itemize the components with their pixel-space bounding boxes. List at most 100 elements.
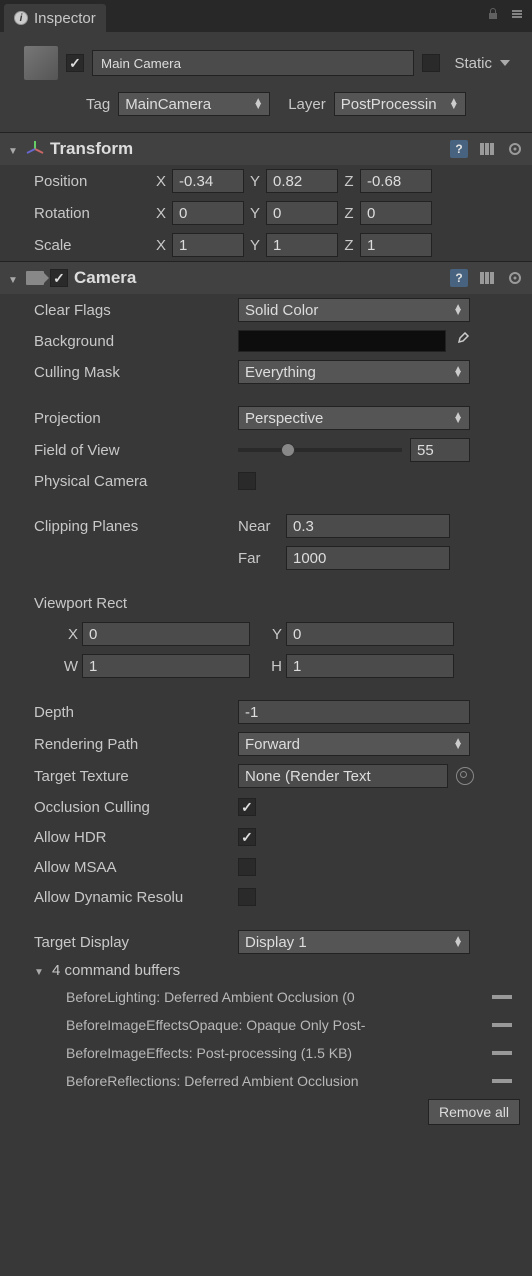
viewport-y-input[interactable] — [286, 622, 454, 646]
camera-title: Camera — [74, 268, 136, 288]
static-checkbox[interactable] — [422, 54, 440, 72]
far-label: Far — [238, 550, 282, 567]
remove-cmd-icon[interactable] — [492, 1079, 512, 1083]
vy-label: Y — [262, 626, 282, 643]
gear-icon[interactable] — [506, 269, 524, 287]
allow-msaa-checkbox[interactable] — [238, 858, 256, 876]
camera-foldout[interactable] — [8, 270, 20, 287]
viewport-w-input[interactable] — [82, 654, 250, 678]
object-picker-icon[interactable] — [456, 767, 474, 785]
info-icon: i — [14, 11, 28, 25]
cmd-buffers-label: 4 command buffers — [52, 962, 180, 979]
vw-label: W — [58, 658, 78, 675]
physical-camera-label: Physical Camera — [34, 473, 234, 490]
projection-dropdown[interactable]: Perspective▲▼ — [238, 406, 470, 430]
position-x-input[interactable] — [172, 169, 244, 193]
viewport-h-input[interactable] — [286, 654, 454, 678]
clear-flags-dropdown[interactable]: Solid Color▲▼ — [238, 298, 470, 322]
camera-enabled-checkbox[interactable] — [50, 269, 68, 287]
gameobject-icon[interactable] — [24, 46, 58, 80]
scale-z-input[interactable] — [360, 233, 432, 257]
tag-label: Tag — [86, 96, 110, 113]
clear-flags-label: Clear Flags — [34, 302, 234, 319]
allow-msaa-label: Allow MSAA — [34, 859, 234, 876]
near-input[interactable] — [286, 514, 450, 538]
allow-dynres-label: Allow Dynamic Resolu — [34, 889, 234, 906]
camera-icon — [26, 271, 44, 285]
remove-cmd-icon[interactable] — [492, 1051, 512, 1055]
rotation-z-input[interactable] — [360, 201, 432, 225]
cmd-buffer-item: BeforeImageEffectsOpaque: Opaque Only Po… — [0, 1011, 532, 1039]
fov-input[interactable] — [410, 438, 470, 462]
viewport-rect-label: Viewport Rect — [34, 595, 234, 612]
viewport-x-input[interactable] — [82, 622, 250, 646]
rotation-label: Rotation — [34, 205, 150, 222]
gameobject-header: Static Tag MainCamera ▲▼ Layer PostProce… — [0, 32, 532, 132]
rendering-path-label: Rendering Path — [34, 736, 234, 753]
tag-dropdown[interactable]: MainCamera ▲▼ — [118, 92, 270, 116]
transform-icon — [26, 140, 44, 158]
tab-menu-icon[interactable] — [510, 7, 524, 25]
scale-x-input[interactable] — [172, 233, 244, 257]
static-label: Static — [454, 55, 492, 72]
z-label: Z — [342, 173, 356, 190]
target-texture-field[interactable]: None (Render Text — [238, 764, 448, 788]
physical-camera-checkbox[interactable] — [238, 472, 256, 490]
rotation-x-input[interactable] — [172, 201, 244, 225]
scale-label: Scale — [34, 237, 150, 254]
position-label: Position — [34, 173, 150, 190]
transform-component: Transform ? Position X Y Z Rotation X Y … — [0, 132, 532, 261]
target-texture-label: Target Texture — [34, 768, 234, 785]
culling-mask-label: Culling Mask — [34, 364, 234, 381]
eyedropper-icon[interactable] — [454, 332, 472, 350]
fov-slider[interactable] — [238, 448, 402, 452]
position-y-input[interactable] — [266, 169, 338, 193]
gameobject-name-input[interactable] — [92, 50, 414, 76]
inspector-tab[interactable]: i Inspector — [4, 4, 106, 32]
help-icon[interactable]: ? — [450, 140, 468, 158]
layer-label: Layer — [288, 96, 326, 113]
remove-cmd-icon[interactable] — [492, 1023, 512, 1027]
allow-hdr-checkbox[interactable] — [238, 828, 256, 846]
scale-y-input[interactable] — [266, 233, 338, 257]
depth-input[interactable] — [238, 700, 470, 724]
background-color-field[interactable] — [238, 330, 446, 352]
target-display-label: Target Display — [34, 934, 234, 951]
depth-label: Depth — [34, 704, 234, 721]
far-input[interactable] — [286, 546, 450, 570]
cmd-buffer-item: BeforeReflections: Deferred Ambient Occl… — [0, 1067, 532, 1095]
vx-label: X — [58, 626, 78, 643]
cmd-buffer-item: BeforeImageEffects: Post-processing (1.5… — [0, 1039, 532, 1067]
occlusion-culling-checkbox[interactable] — [238, 798, 256, 816]
static-dropdown-icon[interactable] — [500, 56, 514, 70]
rotation-y-input[interactable] — [266, 201, 338, 225]
clipping-planes-label: Clipping Planes — [34, 518, 234, 535]
tab-title: Inspector — [34, 10, 96, 27]
preset-icon[interactable] — [478, 140, 496, 158]
allow-hdr-label: Allow HDR — [34, 829, 234, 846]
allow-dynres-checkbox[interactable] — [238, 888, 256, 906]
near-label: Near — [238, 518, 282, 535]
projection-label: Projection — [34, 410, 234, 427]
target-display-dropdown[interactable]: Display 1▲▼ — [238, 930, 470, 954]
tag-value: MainCamera — [125, 96, 211, 113]
background-label: Background — [34, 333, 234, 350]
position-z-input[interactable] — [360, 169, 432, 193]
remove-cmd-icon[interactable] — [492, 995, 512, 999]
rendering-path-dropdown[interactable]: Forward▲▼ — [238, 732, 470, 756]
transform-foldout[interactable] — [8, 141, 20, 158]
gear-icon[interactable] — [506, 140, 524, 158]
active-checkbox[interactable] — [66, 54, 84, 72]
cmd-buffers-foldout[interactable] — [34, 962, 46, 979]
help-icon[interactable]: ? — [450, 269, 468, 287]
y-label: Y — [248, 173, 262, 190]
culling-mask-dropdown[interactable]: Everything▲▼ — [238, 360, 470, 384]
x-label: X — [154, 173, 168, 190]
layer-dropdown[interactable]: PostProcessin ▲▼ — [334, 92, 466, 116]
cmd-buffer-item: BeforeLighting: Deferred Ambient Occlusi… — [0, 983, 532, 1011]
lock-icon[interactable] — [486, 7, 500, 25]
occlusion-culling-label: Occlusion Culling — [34, 799, 234, 816]
preset-icon[interactable] — [478, 269, 496, 287]
layer-value: PostProcessin — [341, 96, 437, 113]
remove-all-button[interactable]: Remove all — [428, 1099, 520, 1125]
